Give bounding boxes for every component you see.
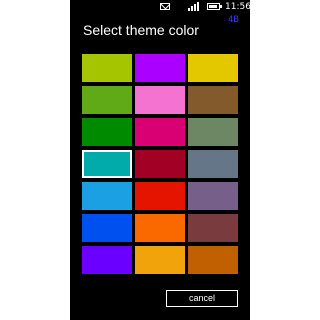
swatch-taupe[interactable] bbox=[188, 214, 238, 242]
swatch-crimson[interactable] bbox=[135, 150, 185, 178]
swatch-magenta[interactable] bbox=[135, 118, 185, 146]
swatch-yellow[interactable] bbox=[188, 54, 238, 82]
swatch-indigo[interactable] bbox=[82, 246, 132, 274]
swatch-teal[interactable] bbox=[82, 150, 132, 178]
swatch-cobalt[interactable] bbox=[82, 214, 132, 242]
cancel-button[interactable]: cancel bbox=[166, 290, 238, 307]
battery-icon bbox=[207, 3, 222, 10]
status-bar: 11:56 bbox=[70, 0, 250, 14]
swatch-emerald[interactable] bbox=[82, 118, 132, 146]
swatch-olive[interactable] bbox=[188, 118, 238, 146]
phone-screen: 11:56 4B Select theme color cancel bbox=[70, 0, 250, 320]
swatch-red[interactable] bbox=[135, 182, 185, 210]
swatch-lime[interactable] bbox=[82, 54, 132, 82]
status-time: 11:56 bbox=[225, 2, 250, 12]
swatch-cyan[interactable] bbox=[82, 182, 132, 210]
swatch-sienna[interactable] bbox=[188, 246, 238, 274]
signal-icon bbox=[188, 2, 200, 11]
swatch-green[interactable] bbox=[82, 86, 132, 114]
swatch-amber[interactable] bbox=[135, 246, 185, 274]
swatch-brown[interactable] bbox=[188, 86, 238, 114]
corner-badge: 4B bbox=[228, 15, 239, 25]
theme-color-grid bbox=[82, 54, 239, 274]
swatch-mauve[interactable] bbox=[188, 182, 238, 210]
swatch-pink[interactable] bbox=[135, 86, 185, 114]
swatch-violet[interactable] bbox=[135, 54, 185, 82]
page-title: Select theme color bbox=[83, 22, 199, 38]
swatch-steel[interactable] bbox=[188, 150, 238, 178]
mail-icon bbox=[160, 3, 170, 10]
swatch-orange[interactable] bbox=[135, 214, 185, 242]
